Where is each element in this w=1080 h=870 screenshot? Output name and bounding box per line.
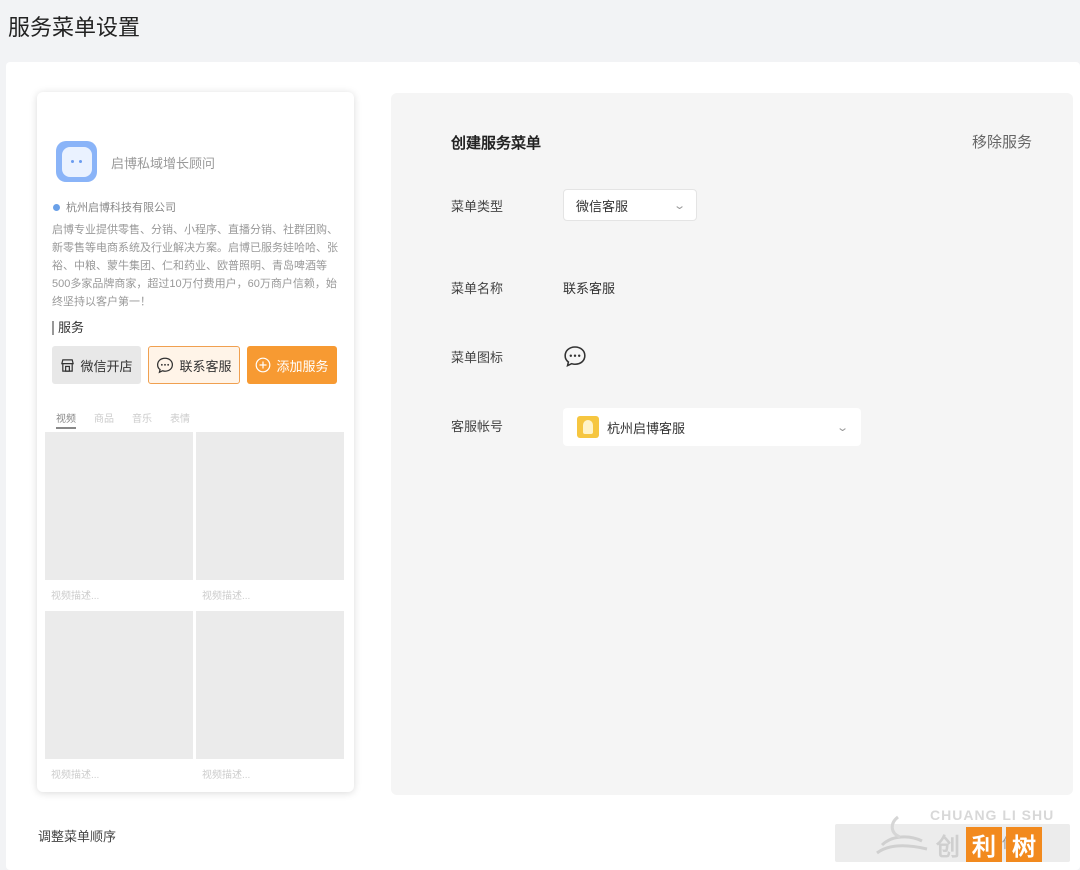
tab-music[interactable]: 音乐 [132, 410, 152, 429]
account-description: 启博专业提供零售、分销、小程序、直播分销、社群团购、新零售等电商系统及行业解决方… [52, 224, 338, 308]
video-card[interactable]: 视频描述... [196, 611, 344, 787]
contact-service-button[interactable]: 联系客服 [148, 346, 240, 384]
account-avatar-icon [577, 416, 599, 438]
page-title: 服务菜单设置 [8, 15, 141, 40]
chat-bubble-icon [157, 357, 174, 374]
watermark-char: 树 [1006, 827, 1042, 862]
video-description: 视频描述... [196, 580, 344, 608]
add-service-button[interactable]: 添加服务 [247, 346, 337, 384]
account-name: 启博私域增长顾问 [111, 156, 216, 171]
service-account-label: 客服帐号 [451, 419, 504, 434]
company-line: 杭州启博科技有限公司 [53, 199, 176, 215]
tab-goods[interactable]: 商品 [94, 410, 114, 429]
menu-type-label: 菜单类型 [451, 199, 504, 214]
form-title: 创建服务菜单 [451, 135, 542, 152]
video-thumbnail [45, 432, 193, 580]
menu-type-select[interactable]: 微信客服 ⌄ [563, 189, 697, 221]
service-section-title: 服务 [52, 321, 84, 335]
video-description: 视频描述... [45, 759, 193, 787]
video-card[interactable]: 视频描述... [45, 432, 193, 608]
remove-service-link[interactable]: 移除服务 [972, 131, 1032, 152]
watermark-logo: CHUANG LI SHU 创 利 树 [872, 805, 1072, 865]
watermark-latin: CHUANG LI SHU [930, 807, 1055, 823]
phone-preview: 启博私域增长顾问 杭州启博科技有限公司 启博专业提供零售、分销、小程序、直播分销… [37, 92, 354, 792]
chevron-down-icon: ⌄ [835, 421, 849, 434]
video-thumbnail [196, 432, 344, 580]
create-menu-panel: 创建服务菜单 移除服务 菜单类型 微信客服 ⌄ 菜单名称 联系客服 菜单图标 客… [391, 93, 1073, 795]
menu-name-label: 菜单名称 [451, 281, 504, 296]
video-grid: 视频描述... 视频描述... 视频描述... 视频描述... [45, 432, 347, 787]
video-card[interactable]: 视频描述... [45, 611, 193, 787]
wechat-shop-button[interactable]: 微信开店 [52, 346, 141, 384]
reorder-menu-link[interactable]: 调整菜单顺序 [38, 826, 116, 845]
tab-video[interactable]: 视频 [56, 410, 76, 429]
service-account-value: 杭州启博客服 [607, 420, 686, 436]
contact-service-label: 联系客服 [179, 358, 232, 374]
company-name: 杭州启博科技有限公司 [66, 202, 176, 214]
content-tabs: 视频 商品 音乐 表情 [56, 410, 190, 429]
tab-emoji[interactable]: 表情 [170, 410, 190, 429]
service-account-select[interactable]: 杭州启博客服 ⌄ [563, 408, 861, 446]
verified-icon [53, 203, 60, 211]
video-thumbnail [196, 611, 344, 759]
video-thumbnail [45, 611, 193, 759]
menu-icon-picker[interactable] [563, 344, 587, 373]
plus-circle-icon [256, 357, 271, 373]
watermark-char: 创 [936, 834, 960, 861]
video-description: 视频描述... [45, 580, 193, 608]
robot-face-icon [61, 146, 92, 177]
add-service-label: 添加服务 [276, 358, 329, 374]
chevron-down-icon: ⌄ [672, 199, 686, 212]
menu-name-value: 联系客服 [563, 281, 616, 296]
menu-type-value: 微信客服 [576, 198, 629, 214]
account-avatar [56, 141, 97, 182]
watermark-char: 利 [966, 827, 1002, 862]
chat-bubble-icon [564, 346, 586, 367]
store-icon [61, 358, 75, 372]
video-card[interactable]: 视频描述... [196, 432, 344, 608]
menu-icon-label: 菜单图标 [451, 350, 504, 365]
video-description: 视频描述... [196, 759, 344, 787]
wave-logo-icon [876, 815, 928, 855]
wechat-shop-label: 微信开店 [80, 358, 133, 374]
